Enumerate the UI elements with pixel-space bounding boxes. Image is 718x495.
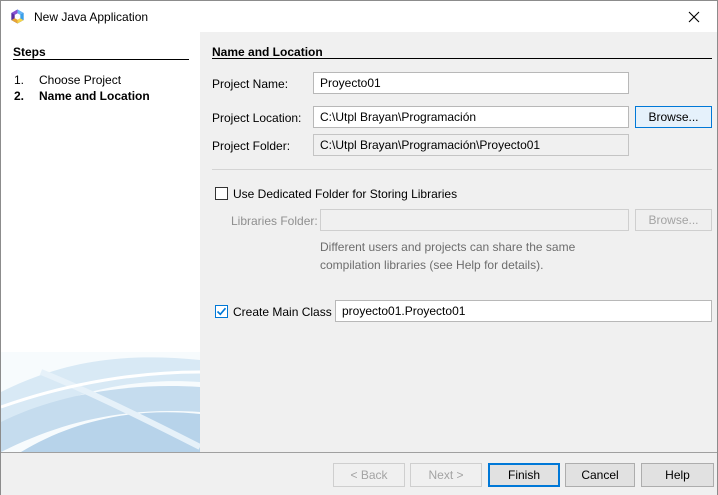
dedicated-folder-checkbox[interactable] — [215, 187, 228, 200]
step-name-and-location: 2. Name and Location — [14, 89, 150, 103]
libraries-folder-input — [320, 209, 629, 231]
checkmark-icon — [216, 307, 227, 316]
cancel-button[interactable]: Cancel — [565, 463, 635, 487]
project-location-input[interactable]: C:\Utpl Brayan\Programación — [313, 106, 629, 128]
new-java-application-dialog: New Java Application Steps 1. Choose Proj… — [0, 0, 718, 495]
project-folder-field: C:\Utpl Brayan\Programación\Proyecto01 — [313, 134, 629, 156]
dedicated-folder-label[interactable]: Use Dedicated Folder for Storing Librari… — [233, 187, 457, 201]
note-line: Different users and projects can share t… — [320, 240, 576, 254]
netbeans-icon — [11, 9, 24, 24]
create-main-class-checkbox[interactable] — [215, 305, 228, 318]
section-title: Name and Location — [212, 45, 323, 59]
separator — [212, 169, 712, 170]
decorative-swoosh-graphic — [1, 352, 200, 452]
steps-divider — [13, 59, 189, 60]
steps-title: Steps — [13, 45, 46, 59]
close-button[interactable] — [671, 1, 717, 32]
browse-libraries-button: Browse... — [635, 209, 712, 231]
create-main-class-label[interactable]: Create Main Class — [233, 305, 332, 319]
main-class-input[interactable]: proyecto01.Proyecto01 — [335, 300, 712, 322]
project-folder-label: Project Folder: — [212, 139, 291, 153]
note-line: compilation libraries (see Help for deta… — [320, 258, 544, 272]
section-divider — [212, 58, 712, 59]
window-title: New Java Application — [34, 10, 149, 24]
step-choose-project: 1. Choose Project — [14, 73, 121, 87]
project-location-label: Project Location: — [212, 111, 302, 125]
back-button[interactable]: < Back — [333, 463, 405, 487]
next-button[interactable]: Next > — [410, 463, 482, 487]
name-and-location-panel: Name and Location Project Name: Proyecto… — [200, 32, 717, 452]
step-number: 2. — [14, 89, 25, 103]
project-name-label: Project Name: — [212, 77, 289, 91]
step-number: 1. — [14, 73, 25, 87]
libraries-help-note: Different users and projects can share t… — [320, 238, 620, 274]
help-button[interactable]: Help — [641, 463, 714, 487]
browse-location-button[interactable]: Browse... — [635, 106, 712, 128]
step-label: Name and Location — [39, 89, 150, 103]
project-name-input[interactable]: Proyecto01 — [313, 72, 629, 94]
close-icon — [688, 11, 700, 22]
finish-button[interactable]: Finish — [488, 463, 560, 487]
steps-panel: Steps 1. Choose Project 2. Name and Locati… — [1, 32, 200, 452]
title-bar: New Java Application — [1, 1, 717, 32]
step-label: Choose Project — [39, 73, 122, 87]
wizard-footer: < Back Next > Finish Cancel Help — [1, 453, 717, 495]
libraries-folder-label: Libraries Folder: — [231, 214, 318, 228]
